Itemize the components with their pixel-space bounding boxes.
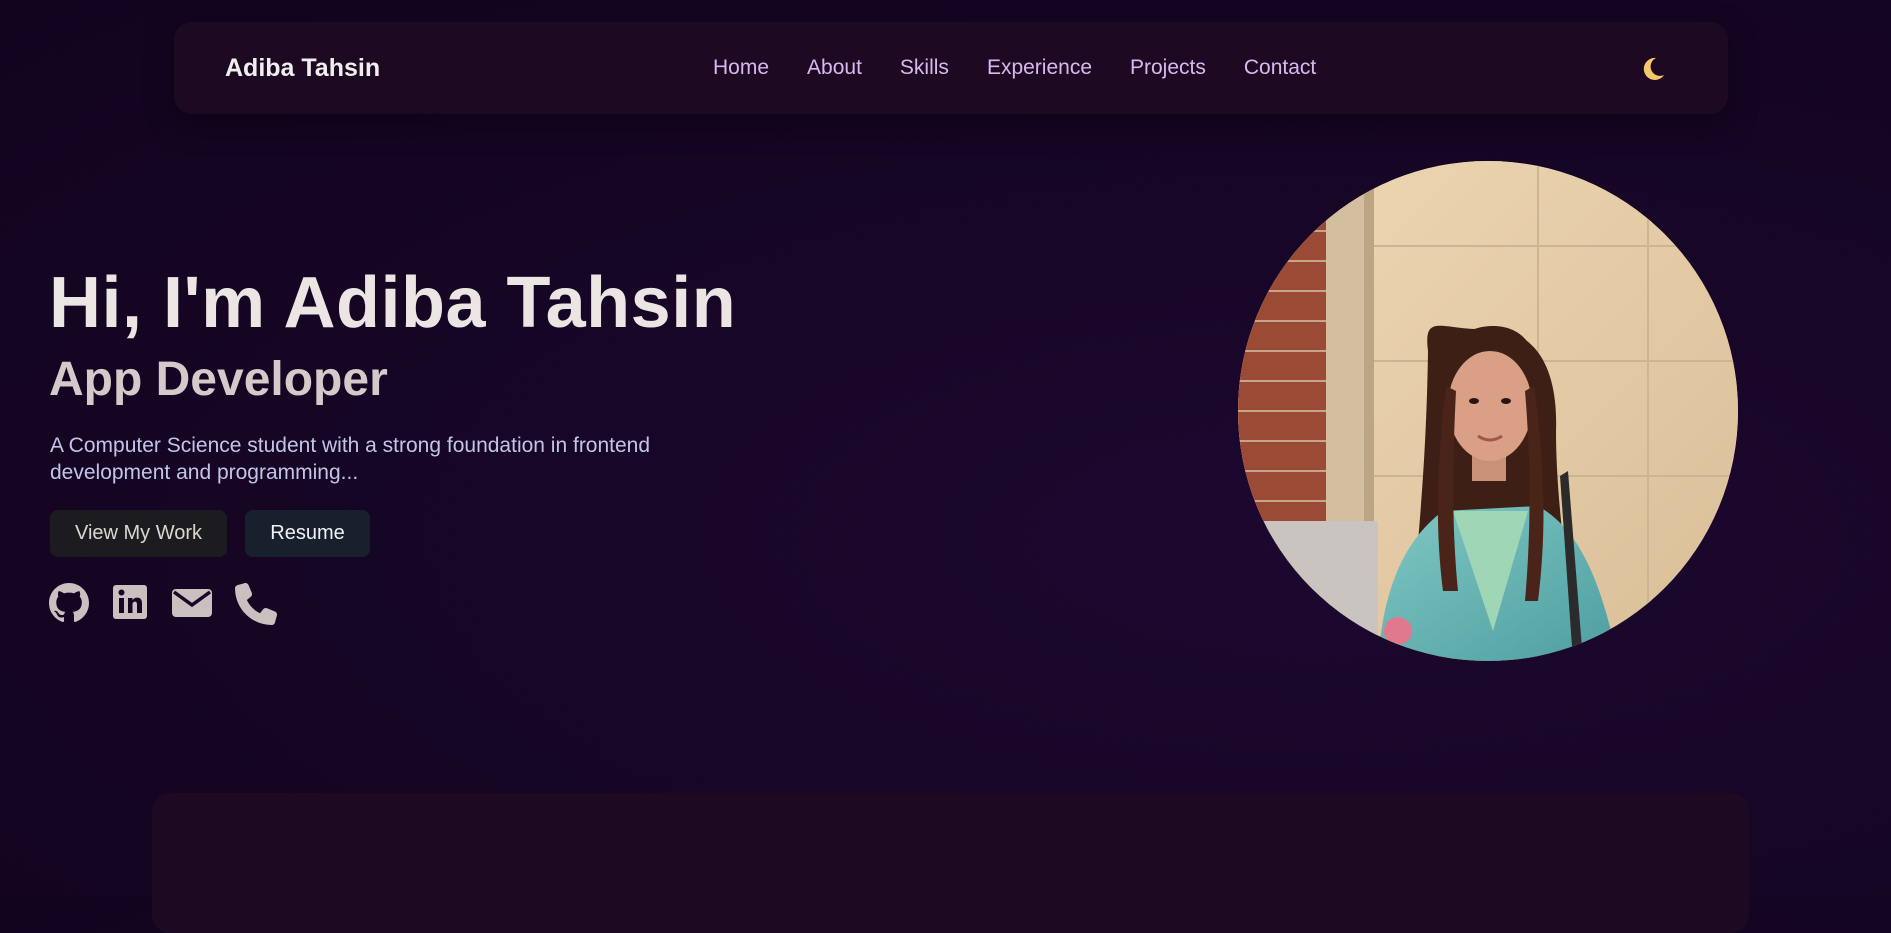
- linkedin-icon: [113, 585, 147, 619]
- hero-title: Hi, I'm Adiba Tahsin: [49, 263, 737, 343]
- nav-link-about[interactable]: About: [807, 56, 862, 80]
- profile-photo: [1238, 161, 1738, 661]
- theme-toggle-button[interactable]: [1640, 56, 1666, 82]
- nav-links: Home About Skills Experience Projects Co…: [713, 56, 1354, 80]
- phone-icon: [235, 583, 277, 625]
- nav-link-projects[interactable]: Projects: [1130, 56, 1206, 80]
- linkedin-link[interactable]: [112, 583, 148, 621]
- portrait-illustration: [1238, 161, 1738, 661]
- about-section-card: [152, 793, 1749, 933]
- nav-link-home[interactable]: Home: [713, 56, 769, 80]
- github-link[interactable]: [49, 583, 89, 623]
- resume-button[interactable]: Resume: [245, 510, 370, 557]
- github-icon: [49, 583, 89, 623]
- hero-subtitle: App Developer: [49, 353, 388, 406]
- hero-description: A Computer Science student with a strong…: [50, 434, 651, 484]
- brand-name[interactable]: Adiba Tahsin: [225, 54, 380, 83]
- navbar: Adiba Tahsin Home About Skills Experienc…: [174, 22, 1728, 114]
- crescent-moon-icon: [1643, 57, 1664, 80]
- email-icon: [172, 589, 212, 617]
- nav-link-experience[interactable]: Experience: [987, 56, 1092, 80]
- view-my-work-button[interactable]: View My Work: [50, 510, 227, 557]
- nav-link-skills[interactable]: Skills: [900, 56, 949, 80]
- email-link[interactable]: [171, 583, 213, 621]
- phone-link[interactable]: [235, 583, 277, 625]
- nav-link-contact[interactable]: Contact: [1244, 56, 1316, 80]
